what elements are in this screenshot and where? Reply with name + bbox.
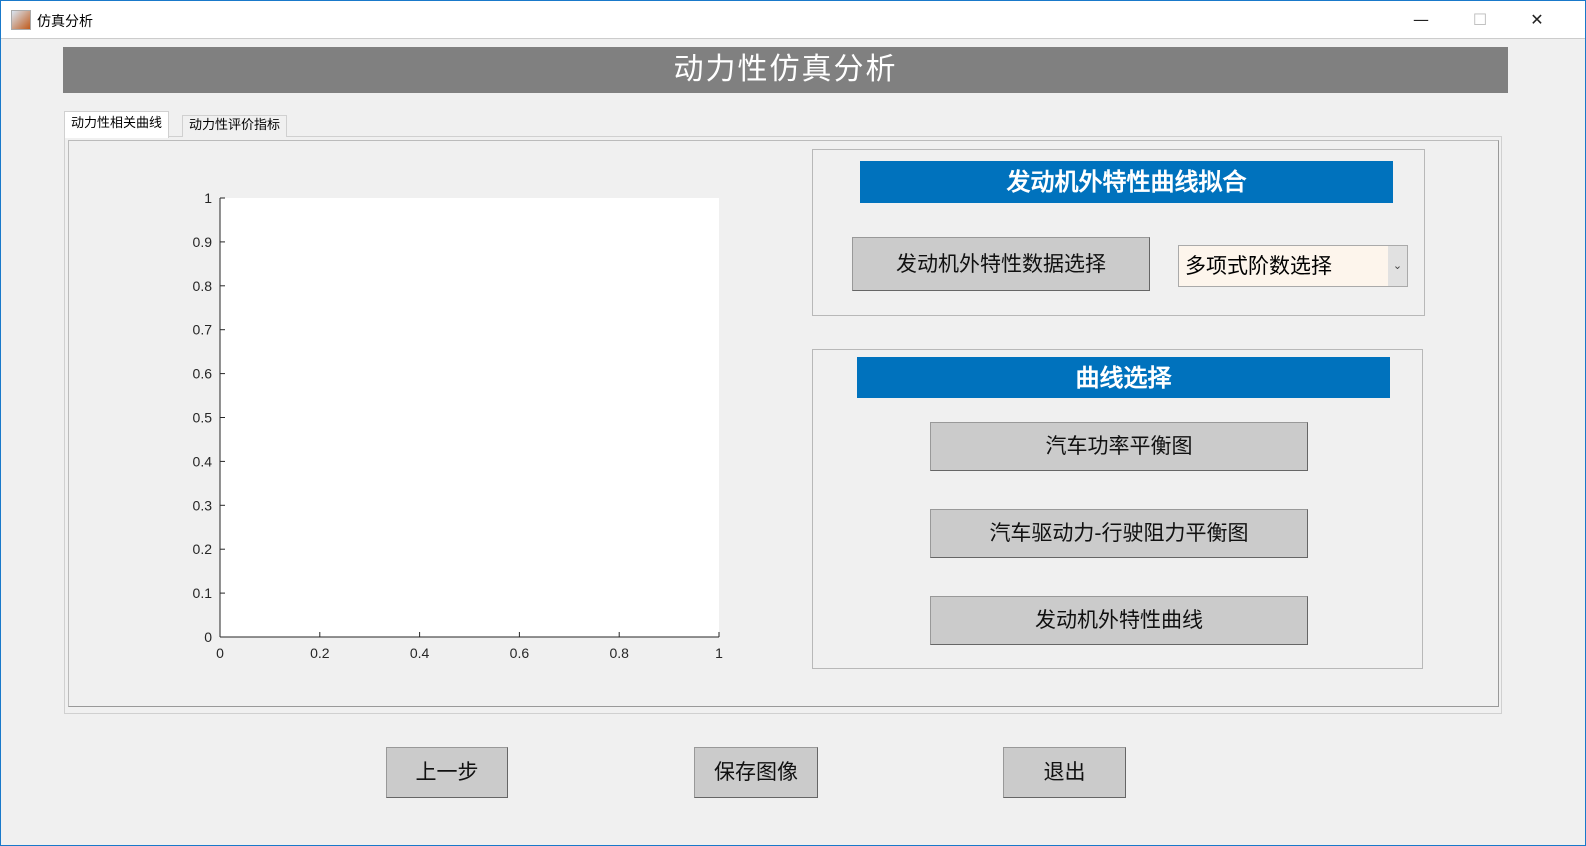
y-tick-label: 0.4 xyxy=(193,453,213,469)
y-tick-label: 0 xyxy=(204,629,212,645)
matlab-icon xyxy=(11,10,31,30)
tab-curves[interactable]: 动力性相关曲线 xyxy=(64,111,170,138)
close-button[interactable]: ✕ xyxy=(1522,7,1552,33)
maximize-button[interactable]: ☐ xyxy=(1465,7,1495,33)
plot-area xyxy=(220,198,719,637)
fit-panel-title: 发动机外特性曲线拟合 xyxy=(860,161,1393,203)
y-tick-label: 0.3 xyxy=(193,497,213,513)
polynomial-order-select[interactable]: 多项式阶数选择 ⌄ xyxy=(1178,245,1408,287)
y-tick-label: 0.7 xyxy=(193,322,213,338)
select-value: 多项式阶数选择 xyxy=(1185,254,1332,278)
x-tick-label: 0.4 xyxy=(410,645,430,661)
exit-button[interactable]: 退出 xyxy=(1003,747,1126,798)
engine-curve-button[interactable]: 发动机外特性曲线 xyxy=(930,596,1308,645)
power-balance-button[interactable]: 汽车功率平衡图 xyxy=(930,422,1308,471)
y-tick-label: 0.2 xyxy=(193,541,213,557)
chart-svg: 0 0.2 0.4 0.6 0.8 1 0 0.1 0.2 0.3 0.4 0.5 0.6 0.7 0.8 0… xyxy=(193,190,724,661)
x-tick-label: 1 xyxy=(715,645,723,661)
curve-panel-title: 曲线选择 xyxy=(857,357,1390,398)
plot-axes[interactable]: 0 0.2 0.4 0.6 0.8 1 0 0.1 0.2 0.3 0.4 0.5 0.6 0.7 0.8 0… xyxy=(181,186,741,676)
y-tick-label: 0.5 xyxy=(193,410,213,426)
y-tick-label: 0.1 xyxy=(193,585,213,601)
x-tick-label: 0.6 xyxy=(510,645,530,661)
y-tick-label: 0.6 xyxy=(193,366,213,382)
tab-indicators[interactable]: 动力性评价指标 xyxy=(182,115,288,137)
save-image-button[interactable]: 保存图像 xyxy=(694,747,818,798)
y-tick-label: 0.8 xyxy=(193,278,213,294)
y-tick-label: 0.9 xyxy=(193,234,213,250)
window-title: 仿真分析 xyxy=(37,14,93,30)
drive-resistance-balance-button[interactable]: 汽车驱动力-行驶阻力平衡图 xyxy=(930,509,1308,558)
x-tick-label: 0.2 xyxy=(310,645,330,661)
y-tick-label: 1 xyxy=(204,190,212,206)
chevron-down-icon[interactable]: ⌄ xyxy=(1388,246,1407,286)
minimize-button[interactable]: — xyxy=(1406,7,1436,33)
x-tick-label: 0.8 xyxy=(609,645,629,661)
page-title: 动力性仿真分析 xyxy=(63,47,1508,93)
engine-data-select-button[interactable]: 发动机外特性数据选择 xyxy=(852,237,1150,291)
prev-step-button[interactable]: 上一步 xyxy=(386,747,508,798)
title-bar: 仿真分析 — ☐ ✕ xyxy=(1,1,1585,39)
x-tick-label: 0 xyxy=(216,645,224,661)
